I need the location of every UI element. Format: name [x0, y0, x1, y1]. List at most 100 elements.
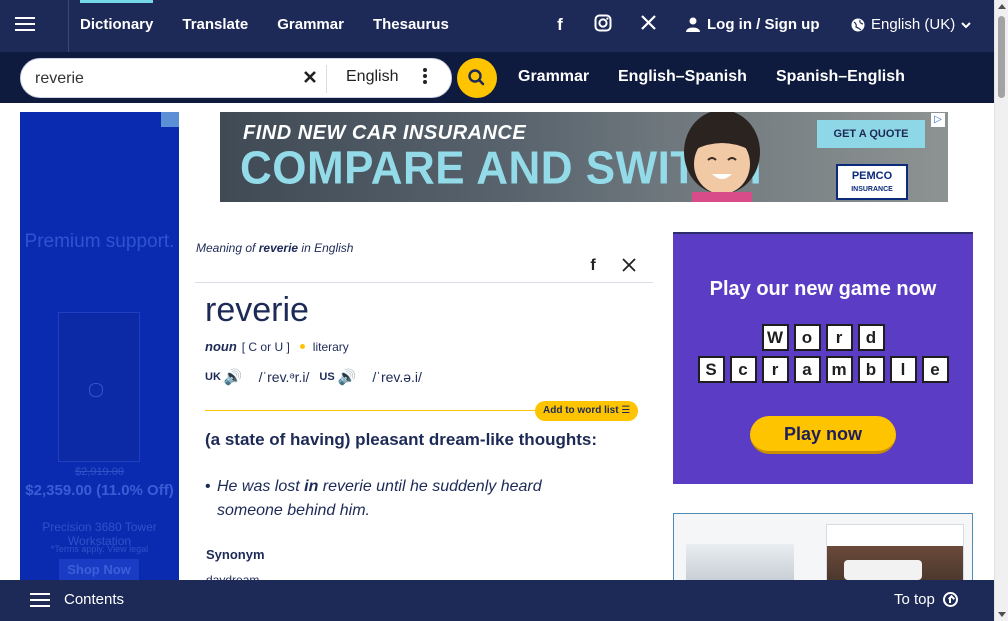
sublink-spanish-english[interactable]: Spanish–English: [776, 68, 905, 86]
grammar-code: [ C or U ]: [241, 340, 290, 354]
definition: (a state of having) pleasant dream-like …: [205, 430, 598, 449]
search-icon: [468, 69, 485, 86]
search-input[interactable]: [35, 68, 285, 90]
clear-search-icon[interactable]: [301, 69, 319, 87]
uk-ipa: /ˈrev.ᵊr.i/: [258, 369, 310, 385]
workstation-image: [58, 312, 140, 462]
left-sidebar-ad[interactable]: Premium support. $2,919.00 $2,359.00 (11…: [20, 112, 179, 582]
nav-grammar[interactable]: Grammar: [277, 0, 344, 52]
sublink-english-spanish[interactable]: English–Spanish: [618, 68, 747, 86]
pemco-brand-sub: INSURANCE: [851, 186, 893, 193]
contents-button[interactable]: Contents: [30, 591, 124, 608]
pemco-logo: PEMCO INSURANCE: [836, 164, 908, 200]
page-scrollbar[interactable]: [994, 0, 1008, 621]
us-audio-speaker-icon[interactable]: 🔊: [338, 368, 357, 386]
main-nav-links: Dictionary Translate Grammar Thesaurus: [80, 0, 478, 52]
truck-image: [844, 560, 922, 580]
left-ad-shop-button[interactable]: Shop Now: [59, 559, 139, 581]
pronunciation-row: UK 🔊 /ˈrev.ᵊr.i/ US 🔊 /ˈrev.ə.i/: [205, 368, 432, 386]
parking-lot-image: [686, 544, 794, 582]
tile-row-scramble: S c r a m b l e: [673, 356, 973, 383]
add-to-word-list-button[interactable]: Add to word list ☰: [535, 401, 639, 421]
scroll-up-arrow[interactable]: [998, 4, 1006, 9]
child-photo: [684, 112, 760, 202]
share-x-icon[interactable]: [620, 257, 638, 277]
letter-tile: a: [793, 356, 821, 383]
example-bullet: •: [205, 478, 211, 495]
letter-tile: m: [825, 356, 853, 383]
entry-divider: [195, 282, 653, 283]
language-label: English (UK): [871, 16, 956, 33]
letter-tile: r: [761, 356, 789, 383]
contents-menu-icon: [30, 592, 50, 607]
left-ad-terms: *Terms apply. View legal: [50, 544, 149, 554]
search-bar-row: English Grammar English–Spanish Spanish–…: [0, 52, 994, 103]
chevron-down-icon: [961, 21, 971, 28]
part-of-speech-row: noun [ C or U ] literary: [205, 339, 349, 354]
example-sentence: • He was lost in reverie until he sudden…: [205, 475, 605, 523]
login-label: Log in / Sign up: [707, 16, 820, 33]
letter-tile: l: [889, 356, 917, 383]
example-pre: He was lost: [217, 478, 305, 495]
search-box: English: [20, 58, 452, 98]
uk-label: UK: [205, 371, 221, 383]
part-of-speech: noun: [205, 339, 237, 354]
word-scramble-ad[interactable]: Play our new game now W o r d S c r a m …: [673, 232, 973, 484]
login-link[interactable]: Log in / Sign up: [686, 16, 819, 33]
to-top-button[interactable]: To top: [894, 591, 958, 608]
uk-audio-speaker-icon[interactable]: 🔊: [224, 368, 243, 386]
tile-row-word: W o r d: [673, 324, 973, 351]
x-icon[interactable]: [637, 14, 659, 36]
instagram-icon[interactable]: [592, 14, 614, 36]
contents-label: Contents: [64, 591, 125, 608]
synonym-heading: Synonym: [206, 547, 265, 562]
letter-tile: c: [729, 356, 757, 383]
ad-info-icon[interactable]: ▷: [931, 113, 945, 127]
sublink-grammar[interactable]: Grammar: [518, 68, 589, 86]
list-icon: ☰: [621, 405, 631, 416]
example-bold: in: [304, 478, 319, 495]
to-top-label: To top: [894, 591, 935, 608]
pemco-brand: PEMCO: [851, 170, 893, 182]
scroll-down-arrow[interactable]: [998, 612, 1006, 617]
meaning-caption: Meaning of reverie in English: [196, 241, 353, 255]
register-label: literary: [312, 340, 349, 354]
get-quote-button[interactable]: GET A QUOTE: [817, 120, 925, 148]
language-selector[interactable]: English (UK): [851, 16, 971, 33]
letter-tile: r: [825, 324, 853, 351]
register-dot: [299, 344, 305, 349]
search-divider: [326, 65, 327, 93]
headword: reverie: [205, 291, 309, 329]
top-navigation: Dictionary Translate Grammar Thesaurus f…: [0, 0, 994, 52]
dictionary-selector[interactable]: English: [346, 68, 398, 86]
globe-icon: [851, 18, 865, 31]
top-banner-ad[interactable]: FIND NEW CAR INSURANCE COMPARE AND SWITC…: [220, 112, 948, 202]
menu-icon[interactable]: [0, 0, 69, 52]
letter-tile: W: [761, 324, 789, 351]
letter-tile: o: [793, 324, 821, 351]
banner-line1: FIND NEW CAR INSURANCE: [243, 122, 527, 144]
right-secondary-ad[interactable]: [673, 513, 973, 583]
play-now-button[interactable]: Play now: [750, 416, 896, 454]
meaning-word: reverie: [258, 241, 299, 255]
game-ad-title: Play our new game now: [709, 278, 937, 300]
sense-divider: [205, 410, 545, 411]
letter-tile: d: [857, 324, 885, 351]
scroll-thumb[interactable]: [998, 16, 1005, 98]
user-icon: [686, 17, 700, 32]
us-ipa: /ˈrev.ə.i/: [372, 369, 422, 385]
search-button[interactable]: [457, 58, 497, 98]
us-label: US: [319, 371, 335, 383]
nav-translate[interactable]: Translate: [182, 0, 248, 52]
left-ad-headline: Premium support.: [24, 231, 175, 252]
letter-tile: S: [697, 356, 725, 383]
share-facebook-icon[interactable]: f: [585, 257, 601, 277]
left-ad-old-price: $2,919.00: [75, 466, 124, 478]
more-options-icon[interactable]: [420, 68, 430, 88]
nav-thesaurus[interactable]: Thesaurus: [373, 0, 449, 52]
ad-choices-icon[interactable]: [161, 112, 179, 127]
nav-dictionary[interactable]: Dictionary: [80, 0, 154, 52]
left-ad-price: $2,359.00 (11.0% Off): [25, 482, 174, 499]
bottom-bar: Contents To top: [0, 580, 994, 621]
facebook-icon[interactable]: f: [549, 14, 571, 36]
